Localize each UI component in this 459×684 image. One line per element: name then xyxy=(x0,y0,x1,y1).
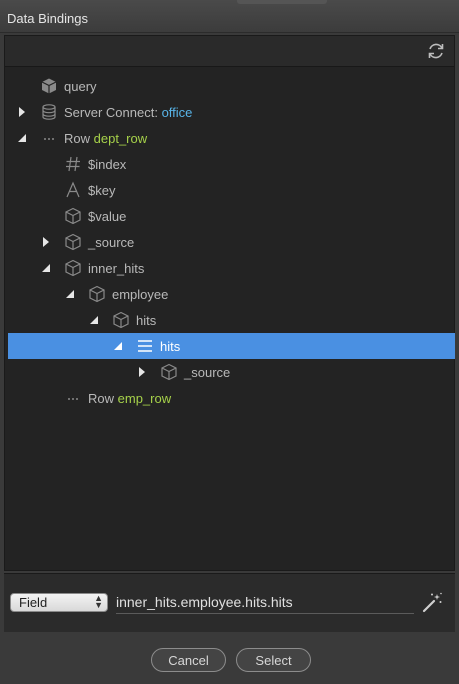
background-window-tab xyxy=(237,0,327,4)
tree-item-dept-row[interactable]: Row dept_row xyxy=(8,125,455,151)
tree-item-inner-hits[interactable]: inner_hits xyxy=(8,255,455,281)
window-title: Data Bindings xyxy=(7,11,88,26)
tree-item-label: inner_hits xyxy=(88,261,145,276)
tree-item-label: _source xyxy=(184,365,231,380)
tree-item-label: $key xyxy=(88,183,116,198)
tree-item-server-connect[interactable]: Server Connect: office xyxy=(8,99,455,125)
tree-item-label: Row xyxy=(64,131,91,146)
hash-icon xyxy=(64,155,82,173)
magic-wand-button[interactable] xyxy=(421,592,443,614)
expand-arrow-icon[interactable] xyxy=(40,235,52,249)
bindings-panel: query Server Connect: office Row dept_ro… xyxy=(4,35,455,571)
cancel-button[interactable]: Cancel xyxy=(151,648,226,672)
tree-item-source[interactable]: _source xyxy=(8,229,455,255)
expand-arrow-icon[interactable] xyxy=(136,365,148,379)
text-a-icon xyxy=(64,181,82,199)
cube-outline-icon xyxy=(64,259,82,277)
expression-text: inner_hits.employee.hits.hits xyxy=(116,594,293,610)
cube-outline-icon xyxy=(88,285,106,303)
ellipsis-icon xyxy=(40,129,58,147)
database-icon xyxy=(40,103,58,121)
updown-arrow-icon: ▲ ▼ xyxy=(94,593,103,610)
collapse-arrow-icon[interactable] xyxy=(40,261,52,275)
title-bar: Data Bindings xyxy=(0,0,459,33)
select-button[interactable]: Select xyxy=(236,648,311,672)
tree-item-label: Row xyxy=(88,391,115,406)
collapse-arrow-icon[interactable] xyxy=(88,313,100,327)
tree-item-emp-row[interactable]: Row emp_row xyxy=(8,385,455,411)
tree-item-hits-array[interactable]: hits xyxy=(8,333,455,359)
cube-outline-icon xyxy=(112,311,130,329)
collapse-arrow-icon[interactable] xyxy=(64,287,76,301)
cube-outline-icon xyxy=(160,363,178,381)
tree-item-index[interactable]: $index xyxy=(8,151,455,177)
ellipsis-icon xyxy=(64,389,82,407)
tree-item-label: hits xyxy=(160,339,181,354)
list-icon xyxy=(136,337,154,355)
tree-item-label: $index xyxy=(88,157,127,172)
magic-wand-icon xyxy=(422,592,442,613)
panel-toolbar xyxy=(5,36,454,67)
refresh-button[interactable] xyxy=(424,39,448,63)
tree-item-label: employee xyxy=(112,287,169,302)
tree-item-label: $value xyxy=(88,209,127,224)
cube-outline-icon xyxy=(64,233,82,251)
refresh-icon xyxy=(428,43,444,59)
collapse-arrow-icon[interactable] xyxy=(16,131,28,145)
tree-item-accent: dept_row xyxy=(93,131,148,146)
tree-item-hits-source[interactable]: _source xyxy=(8,359,455,385)
tree-item-key[interactable]: $key xyxy=(8,177,455,203)
tree-item-accent: office xyxy=(161,105,193,120)
tree-item-query[interactable]: query xyxy=(8,73,455,99)
binding-type-select[interactable]: Field ▲ ▼ xyxy=(10,593,108,612)
tree-item-label: hits xyxy=(136,313,157,328)
binding-type-value: Field xyxy=(19,595,48,610)
tree-item-accent: emp_row xyxy=(117,391,172,406)
tree-item-hits[interactable]: hits xyxy=(8,307,455,333)
cube-icon xyxy=(40,77,58,95)
tree-item-value[interactable]: $value xyxy=(8,203,455,229)
cube-outline-icon xyxy=(64,207,82,225)
expression-bar: Field ▲ ▼ inner_hits.employee.hits.hits xyxy=(4,573,455,632)
tree-item-label: _source xyxy=(88,235,135,250)
collapse-arrow-icon[interactable] xyxy=(112,339,124,353)
tree-item-label: Server Connect: xyxy=(64,105,158,120)
expand-arrow-icon[interactable] xyxy=(16,105,28,119)
expression-input[interactable]: inner_hits.employee.hits.hits xyxy=(116,593,414,614)
tree-item-label: query xyxy=(64,79,97,94)
tree-item-employee[interactable]: employee xyxy=(8,281,455,307)
dialog-footer: Cancel Select xyxy=(0,632,459,684)
